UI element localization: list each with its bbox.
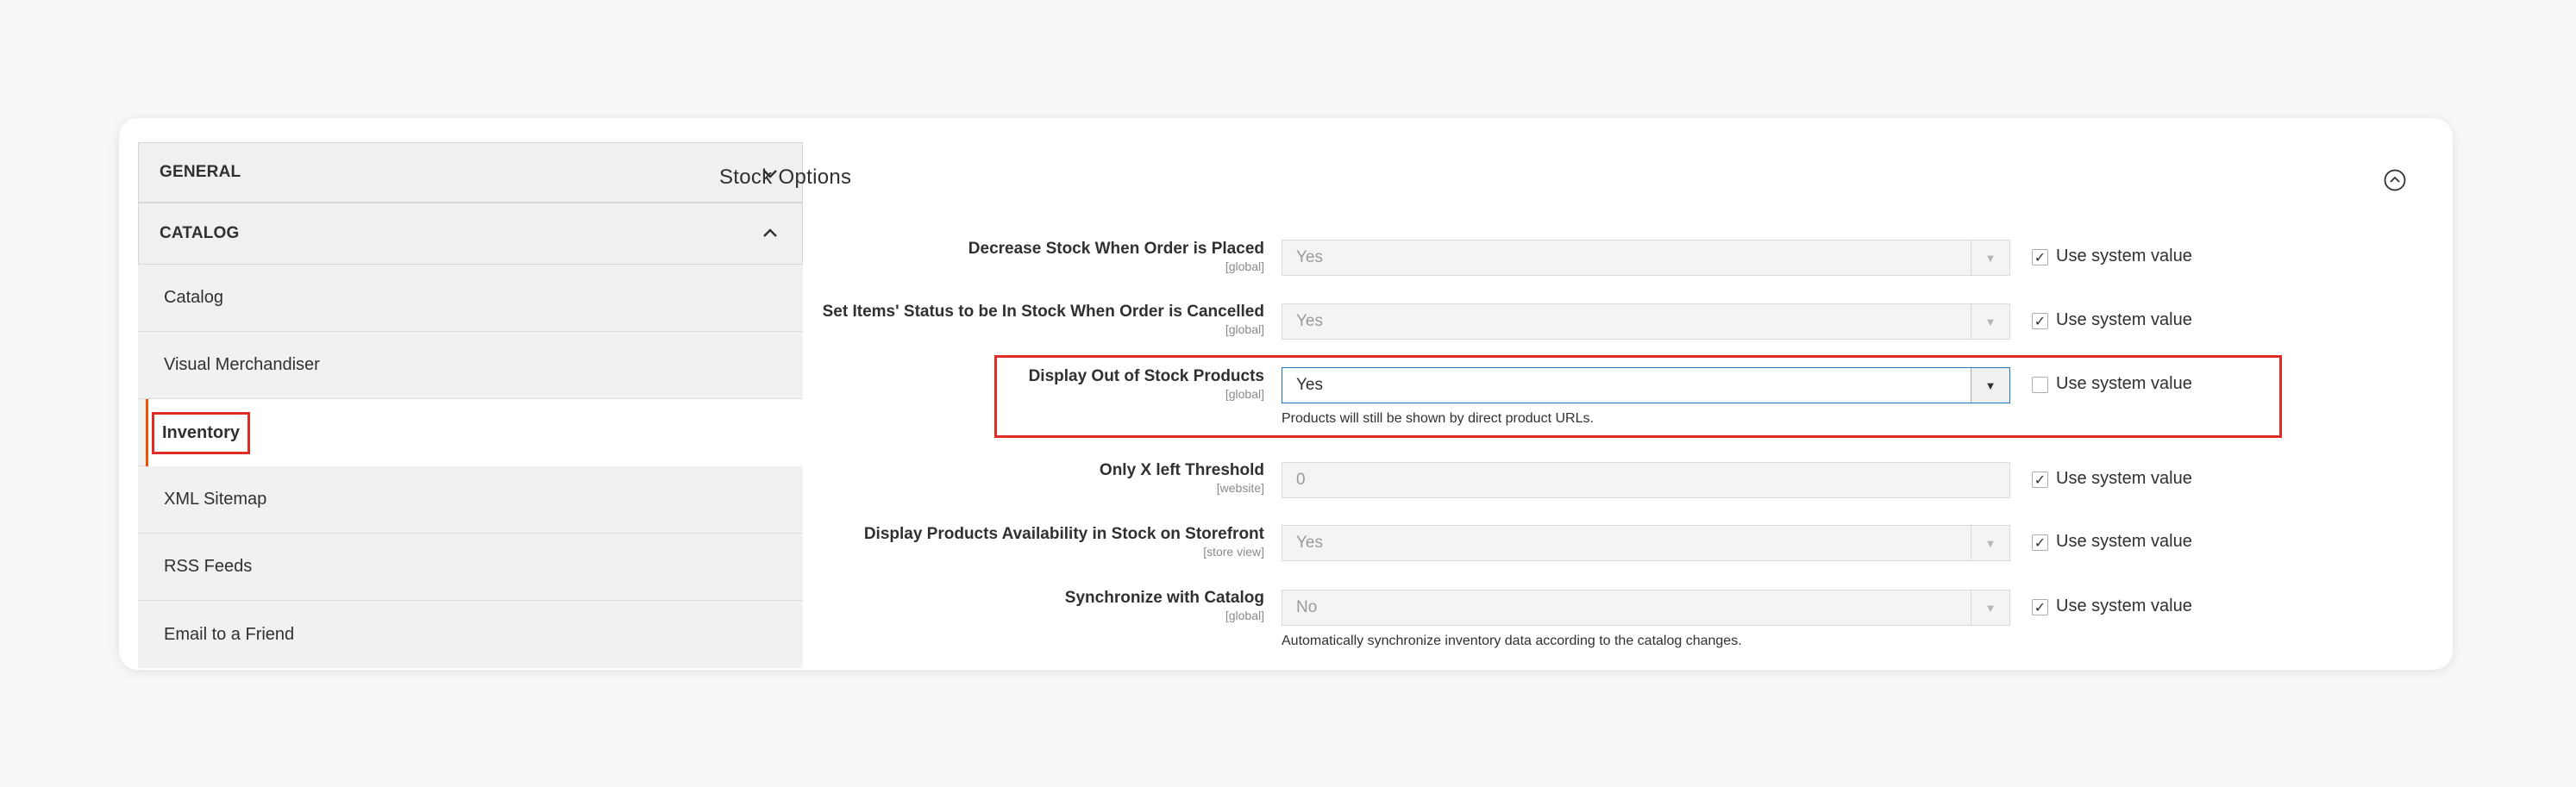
dropdown-arrow-icon: ▼	[1971, 304, 2009, 339]
select-value: Yes	[1296, 376, 1323, 394]
sidebar-item-label: Catalog	[164, 288, 223, 307]
dropdown-arrow-icon: ▼	[1971, 526, 2009, 560]
sidebar-item-label: Visual Merchandiser	[164, 355, 320, 374]
use-system-label: Use system value	[2056, 469, 2192, 488]
use-system-checkbox[interactable]: ✓	[2032, 249, 2048, 265]
sidebar-item-rss-feeds[interactable]: RSS Feeds	[138, 534, 803, 601]
field-label: Display Products Availability in Stock o…	[863, 525, 1264, 543]
use-system-label: Use system value	[2056, 596, 2192, 615]
field-scope: [global]	[1225, 387, 1264, 401]
use-system-label: Use system value	[2056, 310, 2192, 329]
field-scope: [website]	[1216, 481, 1264, 495]
use-system-checkbox[interactable]: ✓	[2032, 472, 2048, 488]
use-system-label: Use system value	[2056, 374, 2192, 393]
sidebar-item-xml-sitemap[interactable]: XML Sitemap	[138, 466, 803, 534]
select-value: Yes	[1296, 248, 1323, 266]
synchronize-catalog-select[interactable]: No ▼	[1282, 590, 2010, 626]
decrease-stock-select[interactable]: Yes ▼	[1282, 240, 2010, 276]
use-system-label: Use system value	[2056, 247, 2192, 265]
field-label: Decrease Stock When Order is Placed	[968, 240, 1264, 258]
set-items-status-select[interactable]: Yes ▼	[1282, 303, 2010, 340]
field-note: Automatically synchronize inventory data…	[1282, 634, 1742, 648]
use-system-checkbox[interactable]: ✓	[2032, 313, 2048, 329]
field-scope: [store view]	[1203, 545, 1264, 559]
field-label: Display Out of Stock Products	[1028, 367, 1264, 385]
sidebar-item-visual-merchandiser[interactable]: Visual Merchandiser	[138, 332, 803, 399]
section-catalog[interactable]: CATALOG	[138, 203, 803, 265]
field-label: Set Items' Status to be In Stock When Or…	[822, 303, 1264, 321]
sidebar-item-email-to-friend[interactable]: Email to a Friend	[138, 601, 803, 668]
use-system-label: Use system value	[2056, 532, 2192, 551]
display-availability-select[interactable]: Yes ▼	[1282, 525, 2010, 561]
field-scope: [global]	[1225, 259, 1264, 273]
dropdown-arrow-icon: ▼	[1971, 368, 2009, 403]
sidebar-item-label: RSS Feeds	[164, 557, 253, 576]
use-system-checkbox[interactable]: ✓	[2032, 534, 2048, 551]
chevron-up-icon	[763, 228, 777, 237]
field-label: Only X left Threshold	[1099, 461, 1264, 479]
input-value: 0	[1296, 471, 1306, 489]
config-panel: GENERAL CATALOG Catalog Visual Merchandi…	[119, 118, 2453, 670]
use-system-checkbox[interactable]	[2032, 377, 2048, 393]
select-value: Yes	[1296, 534, 1323, 552]
collapse-circle-icon[interactable]	[2383, 168, 2407, 192]
section-catalog-label: CATALOG	[160, 224, 240, 242]
select-value: Yes	[1296, 312, 1323, 330]
sidebar-item-catalog[interactable]: Catalog	[138, 265, 803, 332]
only-x-left-input[interactable]: 0	[1282, 462, 2010, 498]
field-label: Synchronize with Catalog	[1064, 589, 1264, 607]
field-scope: [global]	[1225, 609, 1264, 622]
select-value: No	[1296, 598, 1318, 616]
section-general-label: GENERAL	[160, 163, 241, 181]
dropdown-arrow-icon: ▼	[1971, 590, 2009, 625]
use-system-checkbox[interactable]: ✓	[2032, 599, 2048, 615]
display-out-of-stock-select[interactable]: Yes ▼	[1282, 367, 2010, 403]
sidebar-item-label: Email to a Friend	[164, 624, 295, 644]
sidebar-item-label: XML Sitemap	[164, 490, 267, 509]
field-scope: [global]	[1225, 322, 1264, 336]
sidebar-item-inventory[interactable]: Inventory	[146, 399, 803, 466]
section-general[interactable]: GENERAL	[138, 142, 803, 203]
sidebar-item-label: Inventory	[152, 411, 251, 454]
section-title: Stock Options	[719, 166, 852, 189]
field-note: Products will still be shown by direct p…	[1282, 411, 1594, 426]
dropdown-arrow-icon: ▼	[1971, 240, 2009, 275]
